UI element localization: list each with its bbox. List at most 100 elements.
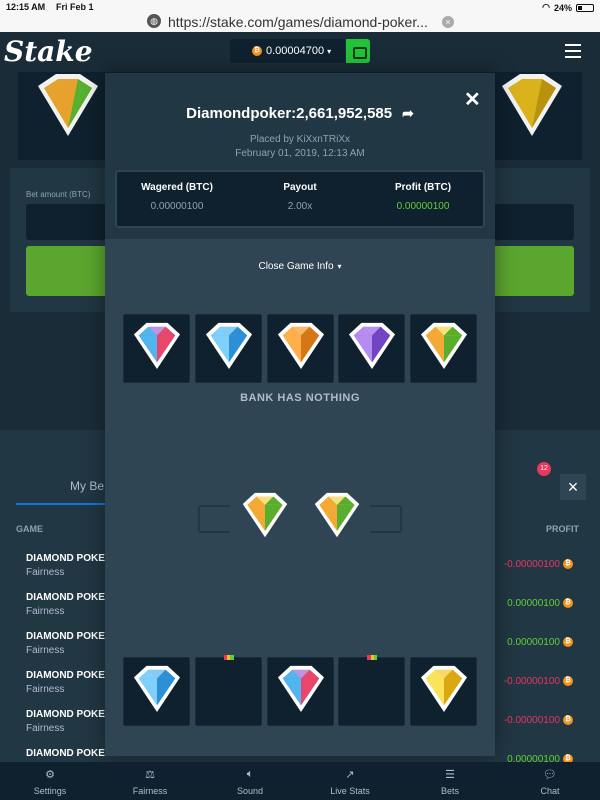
row-profit: -0.00000100 [503,715,560,726]
balance-selector[interactable]: ₿ 0.00004700 ▾ [230,39,345,63]
globe-icon: ◍ [147,14,161,28]
bitcoin-icon: ₿ [563,598,573,608]
chat-icon: 💬︎ [543,769,557,781]
bitcoin-icon: ₿ [252,46,262,56]
row-game: DIAMOND POKE [26,553,105,564]
pair-bracket-left [198,505,230,533]
row-game: DIAMOND POKE [26,592,105,603]
stake-logo[interactable]: Stake [4,35,93,68]
blue-gem-icon [133,665,181,712]
bet-id-title: Diamondpoker:2,661,952,585 [186,105,393,122]
wagered-label: Wagered (BTC) [141,182,213,193]
bet-date: February 01, 2019, 12:13 AM [235,148,365,159]
dealer-card [123,314,190,383]
tab-my-bets[interactable]: My Be [70,479,104,493]
top-nav: Stake ₿ 0.00004700 ▾ [0,32,600,72]
yellow-green-gem-icon [314,492,360,538]
purple-gem-icon [349,322,396,369]
dealer-card [338,314,406,383]
profit-label: Profit (BTC) [394,182,452,193]
chevron-down-icon: ▾ [337,262,342,271]
placed-by[interactable]: Placed by KiXxnTRiXx [105,134,495,145]
notification-badge: 12 [537,462,551,476]
hamburger-menu-icon[interactable] [565,44,581,58]
row-fairness-link[interactable]: Fairness [26,723,64,734]
chevron-down-icon: ▾ [327,46,332,56]
payout-value: 2.00x [287,201,313,212]
toggle-label: Close Game Info [258,261,334,272]
row-game: DIAMOND POKE [26,709,105,720]
battery-icon [576,3,594,12]
player-card [410,657,477,726]
gem-icon [38,74,98,136]
bottom-nav: ⚙ Settings ⚖ Fairness 🔈︎ Sound ↗ Live Stats … [0,762,600,800]
bet-stats-box: Wagered (BTC) 0.00000100 Payout 2.00x Pr… [115,170,485,228]
row-game: DIAMOND POKE [26,631,105,642]
player-hand [123,655,477,727]
yellow-gem-icon [420,665,468,712]
balance-amount: 0.00004700 [266,45,325,57]
row-game: DIAMOND POKE [26,670,105,681]
row-fairness-link[interactable]: Fairness [26,606,64,617]
dealer-hand [123,314,477,384]
nav-fairness[interactable]: ⚖ Fairness [100,762,200,800]
browser-url-bar[interactable]: ◍ https://stake.com/games/diamond-poker.… [0,14,600,32]
row-game: DIAMOND POKE [26,748,105,759]
card-marker [223,655,234,660]
player-card [123,657,190,726]
speaker-icon: 🔈︎ [246,768,254,780]
chart-icon: ↗ [345,769,355,781]
player-card [194,655,262,726]
yellow-green-gem-icon [242,492,288,538]
orange-gem-icon [277,322,324,369]
player-card [266,657,334,726]
bet-details-modal: Diamondpoker:2,661,952,585 ➦ ✕ Placed by … [105,73,495,756]
bitcoin-icon: ₿ [563,715,573,725]
nav-chat[interactable]: 💬︎ Chat [500,762,600,800]
pair-bracket-right [370,505,402,533]
nav-sound[interactable]: 🔈︎ Sound [200,762,300,800]
wifi-icon: ◠ [542,2,550,12]
row-profit: -0.00000100 [503,559,560,570]
status-date: Fri Feb 1 [56,2,94,12]
yellow-green-gem-icon [420,322,468,369]
dealer-card [194,314,262,383]
rainbow-gem-icon [277,665,324,712]
card-marker [367,655,378,660]
bitcoin-icon: ₿ [563,559,573,569]
scale-icon: ⚖ [145,769,155,781]
result-text: BANK HAS NOTHING [240,392,360,404]
url-text[interactable]: https://stake.com/games/diamond-poker... [168,14,428,30]
wallet-button[interactable] [346,39,370,63]
pair-gem [237,491,293,544]
nav-settings[interactable]: ⚙ Settings [0,762,100,800]
blue-gem-icon [205,322,252,369]
column-header-game: GAME [16,524,43,534]
close-icon[interactable]: × [560,474,586,500]
close-game-info-toggle[interactable]: Close Game Info ▾ [105,261,495,272]
wagered-stat: Wagered (BTC) 0.00000100 [117,182,237,212]
clear-url-icon[interactable]: × [442,16,454,28]
status-time: 12:15 AM [6,2,46,12]
profit-value: 0.00000100 [396,201,450,212]
row-profit: 0.00000100 [507,598,560,609]
row-fairness-link[interactable]: Fairness [26,684,64,695]
player-card [338,655,406,726]
share-icon[interactable]: ➦ [402,105,414,122]
row-profit: -0.00000100 [503,676,560,687]
pair-gem [309,491,365,544]
column-header-profit: PROFIT [546,524,579,534]
close-icon[interactable]: ✕ [464,87,481,112]
row-fairness-link[interactable]: Fairness [26,567,64,578]
gem-icon [502,74,562,136]
nav-live-stats[interactable]: ↗ Live Stats [300,762,400,800]
profit-stat: Profit (BTC) 0.00000100 [363,182,483,212]
nav-bets[interactable]: ☰ Bets [400,762,500,800]
ios-status-bar: 12:15 AM Fri Feb 1 ◠ 24% [0,0,600,14]
list-icon: ☰ [445,769,455,781]
bet-amount-label: Bet amount (BTC) [26,190,91,199]
row-fairness-link[interactable]: Fairness [26,645,64,656]
payout-stat: Payout 2.00x [240,182,360,212]
payout-label: Payout [283,182,317,193]
wagered-value: 0.00000100 [150,201,204,212]
